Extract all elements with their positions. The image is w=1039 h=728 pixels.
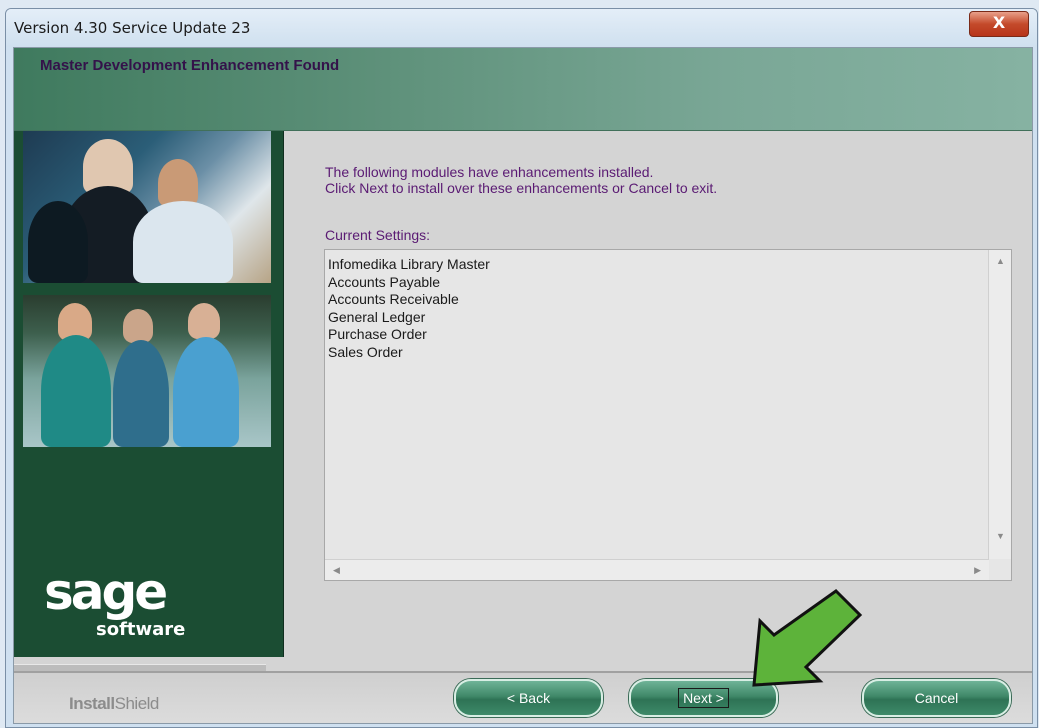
- scroll-down-icon[interactable]: ▼: [996, 531, 1005, 541]
- list-item: General Ledger: [328, 308, 426, 325]
- button-bar: InstallShield < Back Next > Cancel: [14, 673, 1032, 723]
- green-arrow-annotation: [752, 589, 863, 687]
- description-text: The following modules have enhancements …: [325, 164, 717, 196]
- installer-window: Version 4.30 Service Update 23 X Master …: [5, 8, 1038, 728]
- vertical-scrollbar[interactable]: ▲ ▼: [988, 250, 1011, 559]
- installshield-brand-bold: Install: [69, 694, 115, 713]
- sidebar-panel: sage software: [14, 131, 284, 657]
- title-bar[interactable]: Version 4.30 Service Update 23 X: [6, 9, 1037, 47]
- cancel-button[interactable]: Cancel: [862, 679, 1011, 717]
- sage-logo-subtitle: software: [96, 619, 186, 640]
- list-item: Purchase Order: [328, 326, 427, 342]
- team-photo: [23, 295, 271, 447]
- description-line-2: Click Next to install over these enhance…: [325, 180, 718, 196]
- business-meeting-photo: [23, 131, 271, 283]
- list-item: Infomedika Library Master: [328, 256, 490, 272]
- dialog-header: Master Development Enhancement Found: [14, 48, 1032, 131]
- list-item: Accounts Receivable: [328, 291, 459, 307]
- list-item: Accounts Payable: [328, 273, 441, 290]
- back-button[interactable]: < Back: [454, 679, 603, 717]
- description-line-1: The following modules have enhancements …: [325, 164, 654, 180]
- scroll-up-icon[interactable]: ▲: [996, 256, 1005, 266]
- dialog-frame: Master Development Enhancement Found sag…: [13, 47, 1033, 724]
- scroll-right-icon[interactable]: ▶: [974, 565, 981, 576]
- list-item: Sales Order: [328, 343, 403, 360]
- installshield-brand-light: Shield: [114, 694, 160, 713]
- window-title: Version 4.30 Service Update 23: [14, 19, 251, 37]
- settings-listbox[interactable]: Infomedika Library Master Accounts Payab…: [324, 249, 1012, 581]
- installshield-brand: InstallShield: [69, 694, 159, 714]
- settings-list: Infomedika Library Master Accounts Payab…: [328, 256, 490, 361]
- next-button-label: Next >: [678, 688, 729, 708]
- sage-logo: sage: [44, 563, 168, 621]
- current-settings-label: Current Settings:: [325, 227, 431, 243]
- close-button[interactable]: X: [969, 11, 1029, 37]
- scroll-left-icon[interactable]: ◀: [333, 565, 340, 576]
- main-content: The following modules have enhancements …: [284, 131, 1032, 671]
- divider-left: [14, 664, 266, 671]
- horizontal-scrollbar[interactable]: ◀ ▶: [325, 559, 989, 580]
- page-title: Master Development Enhancement Found: [40, 57, 340, 74]
